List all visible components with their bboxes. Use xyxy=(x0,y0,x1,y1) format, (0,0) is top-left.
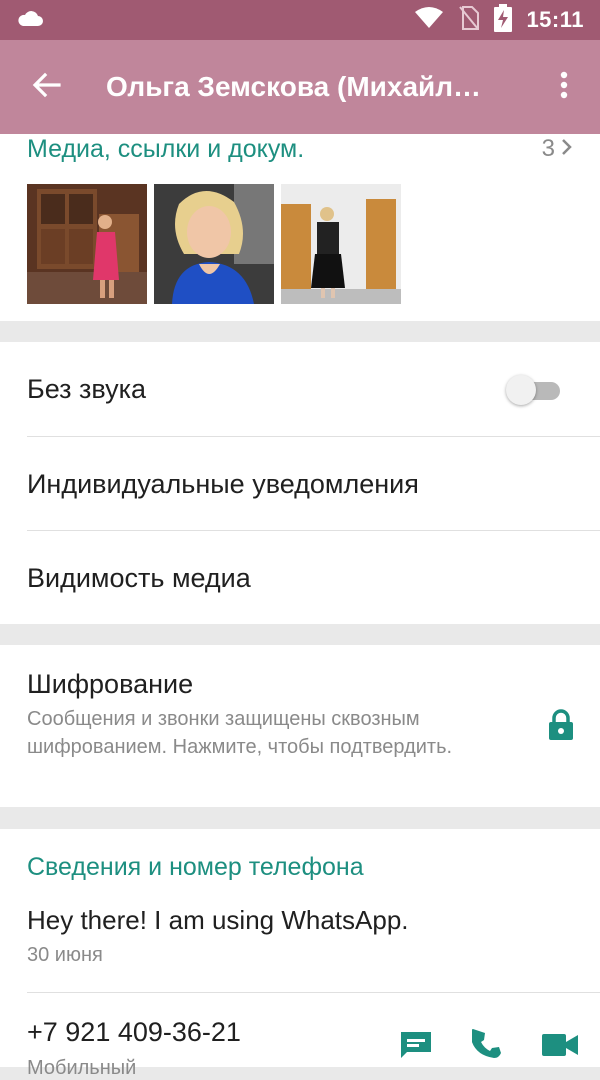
toggle-knob xyxy=(506,375,536,405)
mute-label: Без звука xyxy=(27,373,147,404)
message-icon[interactable] xyxy=(398,1030,434,1060)
contact-actions xyxy=(398,1029,578,1061)
status-time: 15:11 xyxy=(526,7,584,32)
media-thumbnail[interactable] xyxy=(27,184,147,304)
encryption-row[interactable]: Шифрование Сообщения и звонки защищены с… xyxy=(0,645,600,807)
video-call-icon[interactable] xyxy=(542,1032,578,1058)
media-section: Медиа, ссылки и докум. 3 xyxy=(0,134,600,321)
more-vert-icon xyxy=(560,71,568,104)
notification-settings: Без звука Индивидуальные уведомления Вид… xyxy=(0,342,600,624)
encryption-description: Сообщения и звонки защищены сквозным шиф… xyxy=(27,708,453,758)
app-bar: Ольга Земскова (Михайл… xyxy=(0,40,600,134)
wifi-icon xyxy=(414,6,444,35)
media-thumbnail[interactable] xyxy=(281,184,401,304)
lock-icon xyxy=(548,709,574,746)
phone-number[interactable]: +7 921 409-36-21 xyxy=(27,1017,241,1048)
no-sim-icon xyxy=(458,5,480,36)
status-bar: 15:11 xyxy=(0,0,600,40)
arrow-back-icon xyxy=(31,72,61,103)
about-date: 30 июня xyxy=(27,944,103,966)
back-button[interactable] xyxy=(0,40,92,134)
cloud-icon xyxy=(16,8,44,33)
media-title: Медиа, ссылки и докум. xyxy=(27,134,305,163)
chevron-right-icon xyxy=(561,135,573,163)
info-header: Сведения и номер телефона xyxy=(27,853,364,881)
media-header[interactable]: Медиа, ссылки и докум. 3 xyxy=(27,134,573,164)
media-thumbnail[interactable] xyxy=(154,184,274,304)
media-visibility-row[interactable]: Видимость медиа xyxy=(0,531,600,625)
mute-toggle[interactable] xyxy=(506,372,562,406)
media-count: 3 xyxy=(542,135,573,163)
overflow-menu-button[interactable] xyxy=(528,40,600,134)
media-thumbnails xyxy=(27,184,401,304)
divider xyxy=(27,992,600,993)
media-visibility-label: Видимость медиа xyxy=(27,562,251,593)
about-text[interactable]: Hey there! I am using WhatsApp. xyxy=(27,905,409,936)
custom-notifications-row[interactable]: Индивидуальные уведомления xyxy=(0,437,600,531)
info-section: Сведения и номер телефона Hey there! I a… xyxy=(0,829,600,1079)
battery-charging-icon xyxy=(494,3,513,37)
mute-row[interactable]: Без звука xyxy=(0,342,600,436)
contact-name-title[interactable]: Ольга Земскова (Михайл… xyxy=(92,71,528,103)
media-count-value: 3 xyxy=(541,135,555,162)
custom-notifications-label: Индивидуальные уведомления xyxy=(27,468,419,499)
phone-type: Мобильный xyxy=(27,1057,137,1079)
call-icon[interactable] xyxy=(472,1029,504,1061)
encryption-title: Шифрование xyxy=(27,669,194,699)
